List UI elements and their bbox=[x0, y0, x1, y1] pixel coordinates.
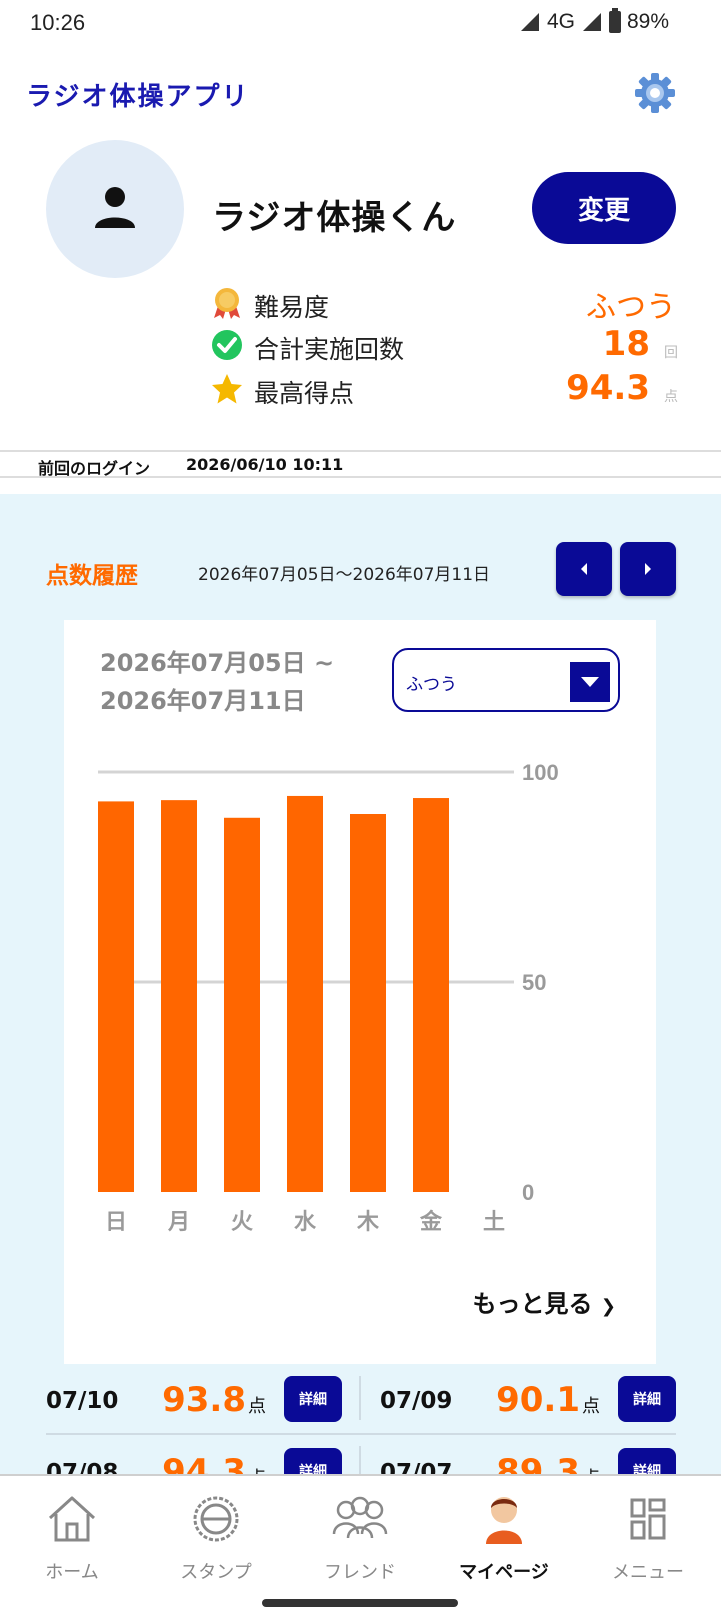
card-date-start: 2026年07月05日 ~ bbox=[100, 649, 335, 677]
x-tick-label: 火 bbox=[231, 1210, 253, 1235]
chevron-down-icon bbox=[570, 662, 610, 702]
tab-label: ホーム bbox=[45, 1562, 99, 1583]
status-bar: 10:26 4G 89% bbox=[0, 0, 721, 46]
star-icon bbox=[212, 374, 242, 404]
user-name: ラジオ体操くん bbox=[212, 198, 457, 238]
stat-value: 94.3 bbox=[566, 368, 650, 408]
settings-gear-icon[interactable] bbox=[634, 72, 676, 114]
menu-grid-icon bbox=[630, 1498, 666, 1540]
score-history-section: 点数履歴 2026年07月05日〜2026年07月11日 2026年07月05日… bbox=[0, 494, 721, 1474]
signal-icon bbox=[582, 13, 601, 31]
stat-label: 最高得点 bbox=[254, 379, 355, 408]
app-title: ラジオ体操アプリ bbox=[26, 82, 250, 112]
tab-label: スタンプ bbox=[180, 1562, 252, 1583]
record-divider bbox=[46, 1433, 676, 1435]
history-title: 点数履歴 bbox=[46, 563, 138, 589]
check-circle-icon bbox=[212, 330, 242, 360]
y-tick-label: 100 bbox=[522, 760, 559, 785]
x-tick-label: 木 bbox=[356, 1210, 380, 1235]
chart-card: 2026年07月05日 ~ 2026年07月11日 ふつう 0 50 100 日 月 火 水… bbox=[64, 620, 656, 1364]
stat-difficulty: 難易度 ふつう bbox=[210, 282, 680, 325]
x-tick-label: 月 bbox=[167, 1210, 190, 1235]
card-date-range: 2026年07月05日 ~ 2026年07月11日 bbox=[100, 644, 360, 720]
last-login-label: 前回のログイン bbox=[38, 459, 151, 478]
difficulty-select[interactable]: ふつう bbox=[392, 648, 620, 712]
avatar bbox=[46, 140, 184, 278]
bar bbox=[161, 800, 197, 1192]
stat-label: 合計実施回数 bbox=[254, 335, 405, 364]
record-item: 07/09 90.1 点 詳細 bbox=[380, 1376, 676, 1432]
more-link[interactable]: もっと見る ❯ bbox=[473, 1284, 616, 1319]
battery-level: 89% bbox=[626, 10, 669, 33]
record-unit: 点 bbox=[582, 1396, 600, 1417]
tab-stamp[interactable]: スタンプ bbox=[144, 1488, 288, 1588]
bar bbox=[98, 801, 134, 1192]
detail-button[interactable]: 詳細 bbox=[618, 1376, 676, 1422]
bar bbox=[287, 795, 323, 1192]
card-date-end: 2026年07月11日 bbox=[100, 687, 306, 715]
medal-icon bbox=[214, 288, 240, 319]
last-login-bar: 前回のログイン 2026/06/10 10:11 bbox=[0, 450, 721, 478]
x-tick-label: 金 bbox=[419, 1209, 443, 1235]
home-indicator[interactable] bbox=[262, 1599, 458, 1607]
y-tick-label: 0 bbox=[522, 1180, 534, 1205]
home-icon bbox=[48, 1496, 96, 1542]
tab-mypage[interactable]: マイページ bbox=[432, 1488, 576, 1588]
next-week-button[interactable] bbox=[620, 542, 676, 596]
person-icon bbox=[95, 187, 135, 228]
bottom-navigation: ホーム スタンプ フレンド マイページ メニュー bbox=[0, 1474, 721, 1623]
bar bbox=[413, 798, 449, 1192]
change-profile-button[interactable]: 変更 bbox=[532, 172, 676, 244]
record-score: 93.8 bbox=[162, 1380, 246, 1420]
tab-friend[interactable]: フレンド bbox=[288, 1488, 432, 1588]
battery-icon bbox=[608, 8, 621, 33]
chevron-right-icon bbox=[645, 563, 651, 575]
more-label: もっと見る bbox=[472, 1290, 593, 1318]
record-date: 07/09 bbox=[380, 1388, 453, 1414]
record-divider bbox=[359, 1376, 361, 1420]
record-score: 90.1 bbox=[496, 1380, 580, 1420]
score-bar-chart: 0 50 100 日 月 火 水 木 金 土 bbox=[98, 760, 559, 1235]
stat-label: 難易度 bbox=[254, 293, 330, 322]
tab-label: フレンド bbox=[324, 1562, 396, 1583]
record-divider bbox=[359, 1446, 361, 1476]
prev-week-button[interactable] bbox=[556, 542, 612, 596]
stat-unit: 回 bbox=[664, 345, 678, 361]
stamp-icon bbox=[193, 1496, 239, 1542]
difficulty-select-value: ふつう bbox=[406, 675, 457, 695]
record-date: 07/10 bbox=[46, 1388, 119, 1414]
chevron-right-icon: ❯ bbox=[600, 1296, 616, 1317]
status-indicators: 4G 89% bbox=[519, 8, 669, 34]
y-tick-label: 50 bbox=[522, 970, 546, 995]
tab-label: マイページ bbox=[459, 1562, 549, 1583]
history-range: 2026年07月05日〜2026年07月11日 bbox=[198, 565, 491, 585]
status-time: 10:26 bbox=[30, 10, 86, 35]
friends-icon bbox=[332, 1496, 388, 1539]
stat-value: 18 bbox=[602, 324, 650, 364]
x-tick-label: 水 bbox=[294, 1210, 317, 1235]
x-tick-label: 土 bbox=[483, 1210, 505, 1235]
bar bbox=[224, 817, 260, 1192]
mypage-icon bbox=[486, 1497, 522, 1544]
tab-label: メニュー bbox=[612, 1562, 684, 1583]
network-label: 4G bbox=[546, 10, 575, 33]
record-item: 07/10 93.8 点 詳細 bbox=[46, 1376, 342, 1432]
stat-total-count: 合計実施回数 18 回 bbox=[210, 324, 680, 364]
detail-button[interactable]: 詳細 bbox=[284, 1376, 342, 1422]
signal-icon bbox=[520, 13, 539, 31]
bar bbox=[350, 814, 386, 1192]
stat-best-score: 最高得点 94.3 点 bbox=[210, 368, 680, 408]
x-tick-label: 日 bbox=[105, 1210, 127, 1235]
tab-menu[interactable]: メニュー bbox=[576, 1488, 720, 1588]
tab-home[interactable]: ホーム bbox=[0, 1488, 144, 1588]
stat-value: ふつう bbox=[586, 290, 676, 325]
chevron-left-icon bbox=[581, 563, 587, 575]
stat-unit: 点 bbox=[664, 389, 678, 405]
record-unit: 点 bbox=[248, 1396, 266, 1417]
last-login-value: 2026/06/10 10:11 bbox=[186, 455, 344, 474]
